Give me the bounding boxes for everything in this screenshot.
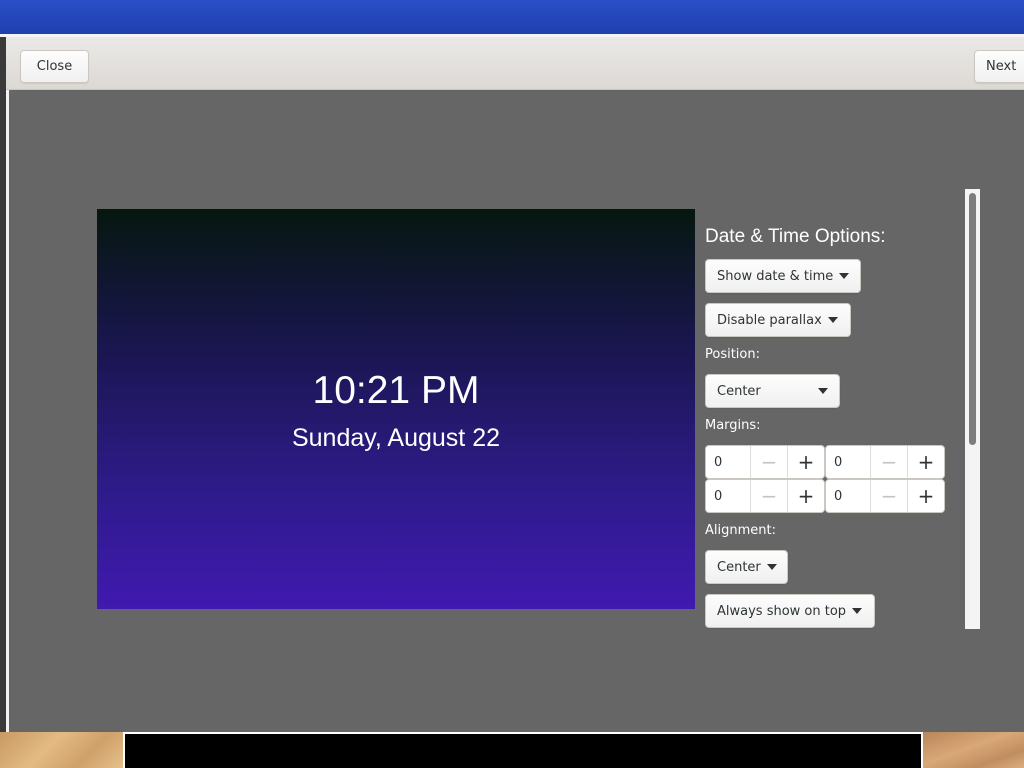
wallpaper-thumbnail-right[interactable] <box>923 732 1024 768</box>
wallpaper-thumbnail-left[interactable] <box>0 732 123 768</box>
always-on-top-label: Always show on top <box>717 603 847 619</box>
plus-icon[interactable]: + <box>787 446 824 478</box>
margin-top-value[interactable]: 0 <box>706 446 750 478</box>
margin-bottom-spinner[interactable]: 0 − + <box>705 479 825 513</box>
plus-icon[interactable]: + <box>907 446 944 478</box>
minus-icon[interactable]: − <box>870 480 907 512</box>
next-button[interactable]: Next <box>974 50 1024 83</box>
minus-icon[interactable]: − <box>870 446 907 478</box>
margin-right-spinner[interactable]: 0 − + <box>825 445 945 479</box>
margin-right-value[interactable]: 0 <box>826 446 870 478</box>
parallax-dropdown[interactable]: Disable parallax <box>705 303 851 337</box>
wallpaper-thumbnail-selected[interactable] <box>123 732 923 768</box>
margins-label: Margins: <box>705 418 761 433</box>
alignment-value: Center <box>717 559 761 575</box>
plus-icon[interactable]: + <box>907 480 944 512</box>
show-date-time-label: Show date & time <box>717 268 834 284</box>
chevron-down-icon <box>852 608 863 614</box>
date-time-options-heading: Date & Time Options: <box>705 226 886 247</box>
preview-date: Sunday, August 22 <box>291 424 501 452</box>
chevron-down-icon <box>827 317 838 323</box>
alignment-dropdown[interactable]: Center <box>705 550 788 584</box>
dialog-header: Close Next <box>6 37 1024 90</box>
preview-time: 10:21 PM <box>312 369 480 412</box>
close-button[interactable]: Close <box>20 50 89 83</box>
chevron-down-icon <box>766 564 777 570</box>
margin-top-spinner[interactable]: 0 − + <box>705 445 825 479</box>
scrollbar-thumb[interactable] <box>969 193 976 445</box>
margin-bottom-value[interactable]: 0 <box>706 480 750 512</box>
screensaver-preview: 10:21 PM Sunday, August 22 <box>97 209 695 609</box>
always-on-top-dropdown[interactable]: Always show on top <box>705 594 875 628</box>
position-label: Position: <box>705 347 760 362</box>
plus-icon[interactable]: + <box>787 480 824 512</box>
parallax-label: Disable parallax <box>717 312 822 328</box>
chevron-down-icon <box>839 273 850 279</box>
position-dropdown[interactable]: Center <box>705 374 840 408</box>
alignment-label: Alignment: <box>705 523 776 538</box>
options-scrollbar[interactable] <box>965 189 980 629</box>
position-value: Center <box>717 383 761 399</box>
margin-left-value[interactable]: 0 <box>826 480 870 512</box>
chevron-down-icon <box>818 388 828 394</box>
minus-icon[interactable]: − <box>750 480 787 512</box>
margin-left-spinner[interactable]: 0 − + <box>825 479 945 513</box>
desktop-top-panel <box>0 0 1024 34</box>
show-date-time-dropdown[interactable]: Show date & time <box>705 259 861 293</box>
minus-icon[interactable]: − <box>750 446 787 478</box>
